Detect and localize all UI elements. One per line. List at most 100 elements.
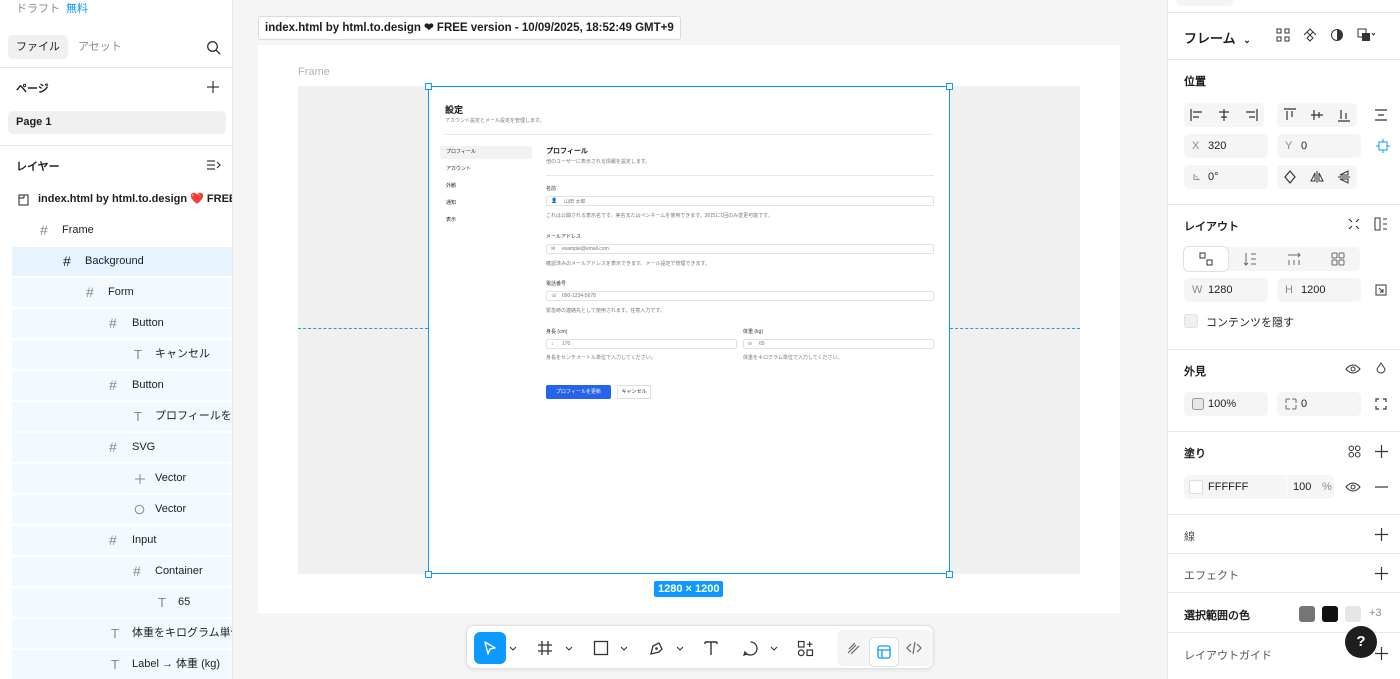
top-control-stub[interactable] bbox=[1176, 0, 1234, 6]
chevron-down-icon[interactable] bbox=[618, 626, 630, 670]
frame-type-selector[interactable]: フレーム ⌄ bbox=[1184, 28, 1251, 47]
layer-item-button[interactable]: # Button bbox=[12, 309, 232, 338]
tab-assets[interactable]: アセット bbox=[70, 35, 130, 59]
pen-tool-icon[interactable] bbox=[646, 626, 666, 670]
chevron-down-icon[interactable] bbox=[507, 626, 519, 670]
mini-email-input[interactable]: ✉ example@email.com bbox=[546, 244, 934, 254]
resize-to-fit-icon[interactable] bbox=[1373, 281, 1389, 299]
stroke-title[interactable]: 線 bbox=[1184, 528, 1195, 544]
align-middle-icon[interactable] bbox=[1304, 103, 1330, 127]
layer-item-vector[interactable]: Vector bbox=[12, 495, 232, 524]
layer-item-form[interactable]: # Form bbox=[12, 278, 232, 307]
fill-swatch[interactable] bbox=[1189, 480, 1203, 494]
layer-item-background[interactable]: # Background bbox=[12, 247, 232, 276]
resize-handle-bottom-left[interactable] bbox=[425, 571, 432, 578]
eye-icon[interactable] bbox=[1344, 479, 1362, 495]
freeform-layout-icon[interactable] bbox=[1184, 247, 1228, 271]
align-top-icon[interactable] bbox=[1277, 103, 1303, 127]
mini-phone-input[interactable]: ☏ 090-1234-5678 bbox=[546, 291, 934, 301]
mini-cancel-button[interactable]: キャンセル bbox=[617, 385, 651, 399]
resize-handle-top-left[interactable] bbox=[425, 83, 432, 90]
resize-handle-bottom-right[interactable] bbox=[946, 571, 953, 578]
mini-nav-appearance[interactable]: 外観 bbox=[440, 180, 532, 193]
blend-mode-icon[interactable] bbox=[1373, 361, 1389, 377]
design-mode-button[interactable] bbox=[870, 638, 898, 666]
layer-item-text[interactable]: T プロフィールを更 bbox=[12, 402, 232, 431]
move-tool-button[interactable] bbox=[474, 632, 506, 664]
comment-tool-icon[interactable] bbox=[740, 626, 760, 670]
chevron-down-icon[interactable] bbox=[563, 626, 575, 670]
layout-guide-title[interactable]: レイアウトガイド bbox=[1184, 647, 1272, 663]
help-button[interactable]: ? bbox=[1345, 626, 1377, 658]
mini-weight-input[interactable]: ⊙ 65 bbox=[743, 339, 934, 349]
horizontal-layout-icon[interactable] bbox=[1272, 247, 1316, 271]
add-stroke-icon[interactable] bbox=[1373, 526, 1389, 542]
vertical-layout-icon[interactable] bbox=[1228, 247, 1272, 271]
mini-submit-button[interactable]: プロフィールを更新 bbox=[546, 385, 611, 399]
selection-color-swatch[interactable] bbox=[1322, 606, 1338, 622]
mask-icon[interactable] bbox=[1329, 27, 1345, 43]
page-item-page-1[interactable]: Page 1 bbox=[8, 111, 226, 134]
mini-name-input[interactable]: 👤 山田 太郎 bbox=[546, 196, 934, 206]
layer-item-text[interactable]: T 65 bbox=[12, 588, 232, 617]
grid-component-icon[interactable] bbox=[1275, 27, 1291, 43]
distribute-icon[interactable] bbox=[1373, 107, 1389, 123]
add-fill-icon[interactable] bbox=[1373, 443, 1389, 459]
layer-item-vector[interactable]: Vector bbox=[12, 464, 232, 493]
frame-name-tag[interactable]: index.html by html.to.design ❤ FREE vers… bbox=[258, 16, 681, 40]
rotate-icon[interactable] bbox=[1277, 165, 1303, 189]
tab-file[interactable]: ファイル bbox=[8, 35, 68, 59]
component-icon[interactable] bbox=[1302, 27, 1318, 43]
frame-label[interactable]: Frame bbox=[298, 66, 330, 78]
layer-item-text[interactable]: T Label → 体重 (kg) bbox=[12, 650, 232, 679]
chevron-down-icon[interactable] bbox=[768, 626, 780, 670]
align-bottom-icon[interactable] bbox=[1331, 103, 1357, 127]
draw-mode-icon[interactable] bbox=[841, 630, 867, 666]
mini-height-input[interactable]: ↕ 170 bbox=[546, 339, 737, 349]
constraints-icon[interactable] bbox=[1375, 137, 1391, 155]
fill-color-field[interactable]: FFFFFF 100 % bbox=[1184, 475, 1334, 499]
x-field[interactable]: X 320 bbox=[1184, 134, 1268, 158]
search-icon[interactable] bbox=[206, 40, 221, 55]
layer-item-frame[interactable]: # Frame bbox=[12, 216, 232, 245]
remove-fill-icon[interactable] bbox=[1373, 479, 1389, 495]
rotation-field[interactable]: ⊾ 0° bbox=[1184, 165, 1268, 189]
rectangle-tool-icon[interactable] bbox=[591, 626, 611, 670]
align-right-icon[interactable] bbox=[1238, 103, 1264, 127]
canvas[interactable]: index.html by html.to.design ❤ FREE vers… bbox=[233, 0, 1167, 679]
mini-nav-display[interactable]: 表示 bbox=[440, 214, 532, 227]
plan-badge[interactable]: 無料 bbox=[66, 3, 88, 15]
opacity-field[interactable]: 100% bbox=[1184, 392, 1268, 416]
boolean-icon[interactable] bbox=[1356, 27, 1376, 43]
collapse-layout-icon[interactable] bbox=[1346, 216, 1362, 232]
clip-content-checkbox[interactable] bbox=[1184, 314, 1198, 328]
y-field[interactable]: Y 0 bbox=[1277, 134, 1361, 158]
layer-item-input[interactable]: # Input bbox=[12, 526, 232, 555]
text-tool-icon[interactable] bbox=[701, 626, 721, 670]
layer-item-text[interactable]: T キャンセル bbox=[12, 340, 232, 369]
corner-radius-field[interactable]: 0 bbox=[1277, 392, 1361, 416]
selection-color-swatch[interactable] bbox=[1299, 606, 1315, 622]
layout-grid-icon[interactable] bbox=[1373, 216, 1389, 232]
mini-nav-notifications[interactable]: 通知 bbox=[440, 197, 532, 210]
actions-tool-icon[interactable] bbox=[795, 626, 815, 670]
mini-nav-profile[interactable]: プロフィール bbox=[440, 146, 532, 159]
chevron-down-icon[interactable] bbox=[674, 626, 686, 670]
independent-corners-icon[interactable] bbox=[1373, 395, 1389, 413]
width-field[interactable]: W 1280 bbox=[1184, 278, 1268, 302]
align-center-icon[interactable] bbox=[1211, 103, 1237, 127]
dev-mode-icon[interactable] bbox=[900, 630, 928, 666]
layer-item-svg[interactable]: # SVG bbox=[12, 433, 232, 462]
flip-vertical-icon[interactable] bbox=[1331, 165, 1357, 189]
selection-colors-more[interactable]: +3 bbox=[1369, 607, 1382, 619]
mini-nav-account[interactable]: アカウント bbox=[440, 163, 532, 176]
layer-item-button[interactable]: # Button bbox=[12, 371, 232, 400]
layer-item-root[interactable]: index.html by html.to.design ❤️ FREE bbox=[12, 185, 232, 214]
layer-item-container[interactable]: # Container bbox=[12, 557, 232, 586]
add-page-icon[interactable] bbox=[206, 80, 220, 94]
grid-layout-icon[interactable] bbox=[1316, 247, 1360, 271]
effects-title[interactable]: エフェクト bbox=[1184, 567, 1239, 583]
selected-background-frame[interactable]: 設定 アカウント設定とメール設定を管理します。 プロフィール アカウント 外観 … bbox=[428, 86, 950, 574]
layer-item-text[interactable]: T 体重をキログラム単位 bbox=[12, 619, 232, 648]
selection-color-swatch[interactable] bbox=[1345, 606, 1361, 622]
